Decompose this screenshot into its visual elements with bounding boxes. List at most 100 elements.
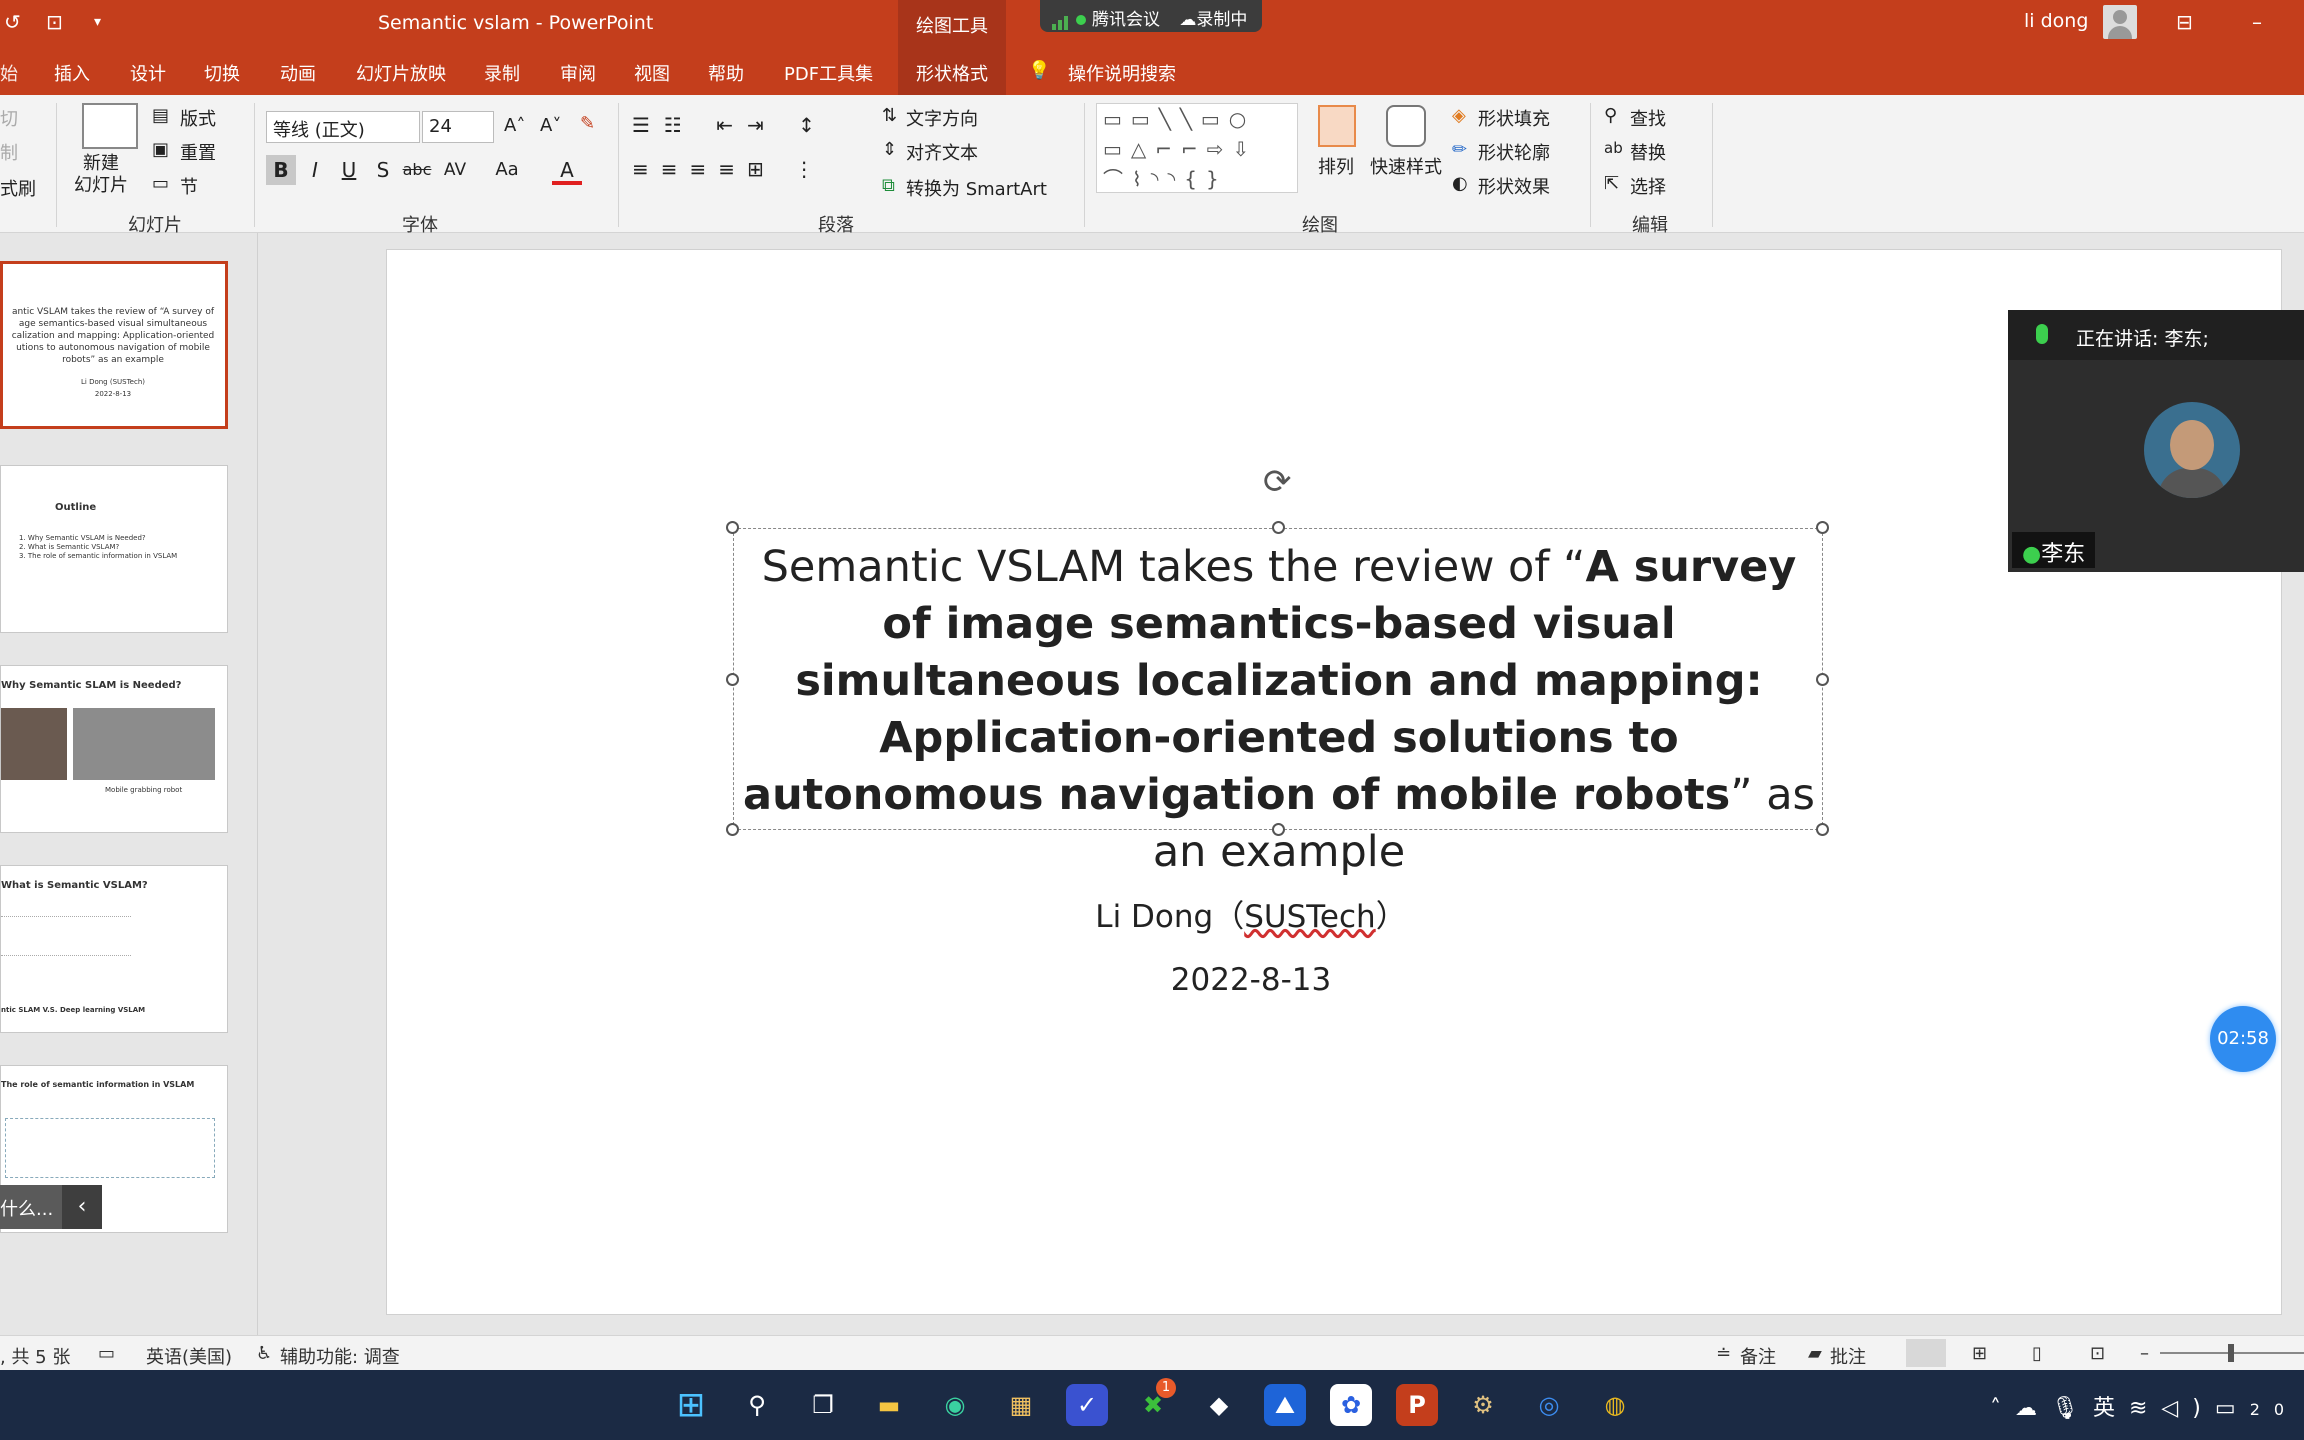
list-buttons[interactable]: ☰☷ ⇤⇥ ↕: [632, 113, 829, 137]
text-direction-button[interactable]: 文字方向: [906, 105, 978, 131]
chrome-icon[interactable]: ◍: [1594, 1384, 1636, 1426]
onedrive-icon[interactable]: ☁: [2015, 1396, 2051, 1421]
slide-thumbnail-3[interactable]: Why Semantic SLAM is Needed? Mobile grab…: [0, 665, 228, 833]
task-view-icon[interactable]: ❐: [802, 1384, 844, 1426]
start-icon[interactable]: ⊞: [670, 1384, 712, 1426]
notes-button[interactable]: 备注: [1740, 1343, 1776, 1369]
resize-handle[interactable]: [1816, 521, 1829, 534]
align-text-button[interactable]: 对齐文本: [906, 139, 978, 165]
settings-icon[interactable]: ⚙: [1462, 1384, 1504, 1426]
accessibility-status[interactable]: 辅助功能: 调查: [280, 1343, 400, 1369]
section-button[interactable]: 节: [180, 173, 198, 199]
change-case-button[interactable]: Aa: [492, 155, 522, 185]
user-avatar[interactable]: [2103, 5, 2137, 39]
zoom-thumb[interactable]: [2228, 1344, 2234, 1362]
browser-icon[interactable]: ◎: [1528, 1384, 1570, 1426]
resize-handle[interactable]: [726, 521, 739, 534]
meeting-timer[interactable]: 02:58: [2210, 1006, 2276, 1072]
slide-title[interactable]: Semantic VSLAM takes the review of “A su…: [734, 539, 1824, 881]
font-name-combo[interactable]: 等线 (正文): [266, 111, 420, 143]
zoom-out-icon[interactable]: –: [2140, 1343, 2149, 1364]
battery-icon[interactable]: ▭: [2215, 1396, 2250, 1421]
new-slide-icon[interactable]: [82, 103, 138, 149]
meeting-indicator[interactable]: 腾讯会议 ☁录制中: [1040, 0, 1262, 32]
undo-icon[interactable]: ↺: [4, 10, 21, 34]
ribbon-display-icon[interactable]: ⊟: [2176, 10, 2193, 34]
clock[interactable]: 20: [2250, 1400, 2298, 1419]
font-color-button[interactable]: A: [552, 155, 582, 185]
comments-button[interactable]: 批注: [1830, 1343, 1866, 1369]
chevron-up-icon[interactable]: ˄: [1990, 1396, 2015, 1421]
reading-view-icon[interactable]: ▯: [2032, 1343, 2042, 1364]
italic-button[interactable]: I: [300, 155, 330, 185]
tab-help[interactable]: 帮助: [708, 60, 744, 86]
customize-toolbar-icon[interactable]: ▾: [94, 14, 101, 30]
edge-icon[interactable]: ◉: [934, 1384, 976, 1426]
slide-thumbnail-4[interactable]: What is Semantic VSLAM? ntic SLAM V.S. D…: [0, 865, 228, 1033]
shape-outline-button[interactable]: 形状轮廓: [1478, 139, 1550, 165]
underline-button[interactable]: U: [334, 155, 364, 185]
tab-pdf-tools[interactable]: PDF工具集: [784, 60, 873, 86]
bold-button[interactable]: B: [266, 155, 296, 185]
slideshow-view-icon[interactable]: ⊡: [2090, 1343, 2105, 1364]
spell-check-icon[interactable]: ▭: [98, 1343, 115, 1364]
shape-effects-button[interactable]: 形状效果: [1478, 173, 1550, 199]
ime-indicator[interactable]: 英: [2093, 1396, 2129, 1421]
photos-icon[interactable]: ⛰: [1264, 1384, 1306, 1426]
tab-design[interactable]: 设计: [130, 60, 166, 86]
volume-icon[interactable]: ◁): [2161, 1396, 2215, 1421]
format-painter-button[interactable]: 式刷: [0, 175, 36, 201]
slide-date[interactable]: 2022-8-13: [386, 962, 2116, 998]
minimize-icon[interactable]: –: [2252, 10, 2262, 34]
clear-format-icon[interactable]: ✎: [580, 113, 595, 134]
tab-transitions[interactable]: 切换: [204, 60, 240, 86]
tab-view[interactable]: 视图: [634, 60, 670, 86]
presenter-icon[interactable]: ⊡: [46, 10, 63, 34]
file-explorer-icon[interactable]: ▬: [868, 1384, 910, 1426]
shape-fill-button[interactable]: 形状填充: [1478, 105, 1550, 131]
strikethrough-button[interactable]: abc: [402, 155, 432, 185]
tab-review[interactable]: 审阅: [560, 60, 596, 86]
store-icon[interactable]: ▦: [1000, 1384, 1042, 1426]
normal-view-button[interactable]: [1906, 1339, 1946, 1367]
app-icon[interactable]: ✓: [1066, 1384, 1108, 1426]
shapes-gallery[interactable]: ▭▭╲╲▭○ ▭△⌐⌐⇨⇩ ⌒⌇◝◝{}: [1096, 103, 1298, 193]
alignment-buttons[interactable]: ≡≡≡≡⊞ ⋮: [632, 157, 826, 181]
user-name[interactable]: li dong: [2024, 10, 2088, 32]
char-spacing-button[interactable]: AV: [440, 155, 470, 185]
wifi-icon[interactable]: ≋: [2129, 1396, 2161, 1421]
resize-handle[interactable]: [1272, 521, 1285, 534]
layout-button[interactable]: 版式: [180, 105, 216, 131]
find-button[interactable]: 查找: [1630, 105, 1666, 131]
cut-button[interactable]: 切: [0, 105, 18, 131]
language-status[interactable]: 英语(美国): [146, 1343, 232, 1369]
tab-home[interactable]: 始: [0, 60, 18, 86]
shadow-button[interactable]: S: [368, 155, 398, 185]
copy-button[interactable]: 制: [0, 139, 18, 165]
reset-button[interactable]: 重置: [180, 139, 216, 165]
select-button[interactable]: 选择: [1630, 173, 1666, 199]
tab-slideshow[interactable]: 幻灯片放映: [356, 60, 446, 86]
slide-thumbnail-1[interactable]: antic VSLAM takes the review of “A surve…: [0, 261, 228, 429]
unity-icon[interactable]: ◆: [1198, 1384, 1240, 1426]
arrange-button[interactable]: 排列: [1318, 153, 1354, 179]
slide-sorter-icon[interactable]: ⊞: [1972, 1343, 1987, 1364]
grow-font-icon[interactable]: A˄: [504, 115, 525, 136]
powerpoint-icon[interactable]: P: [1396, 1384, 1438, 1426]
slide-thumbnail-2[interactable]: Outline 1. Why Semantic VSLAM is Needed?…: [0, 465, 228, 633]
slide-author[interactable]: Li Dong（SUSTech）: [386, 891, 2116, 936]
shrink-font-icon[interactable]: A˅: [540, 115, 561, 136]
new-slide-button[interactable]: 新建 幻灯片: [74, 153, 128, 197]
tab-insert[interactable]: 插入: [54, 60, 90, 86]
chevron-left-icon[interactable]: ‹: [62, 1185, 102, 1229]
meeting-app-icon[interactable]: ✿: [1330, 1384, 1372, 1426]
replace-button[interactable]: 替换: [1630, 139, 1666, 165]
microphone-icon[interactable]: 🎙: [2051, 1396, 2093, 1421]
tab-shape-format[interactable]: 形状格式: [916, 60, 988, 86]
meeting-video-panel[interactable]: 正在讲话: 李东; ●李东: [2008, 310, 2304, 572]
tab-animations[interactable]: 动画: [280, 60, 316, 86]
thumb-tooltip[interactable]: 什么... ‹: [0, 1185, 102, 1229]
tell-me-search[interactable]: 操作说明搜索: [1068, 60, 1176, 86]
title-textbox[interactable]: Semantic VSLAM takes the review of “A su…: [726, 521, 1829, 877]
search-icon[interactable]: ⚲: [736, 1384, 778, 1426]
